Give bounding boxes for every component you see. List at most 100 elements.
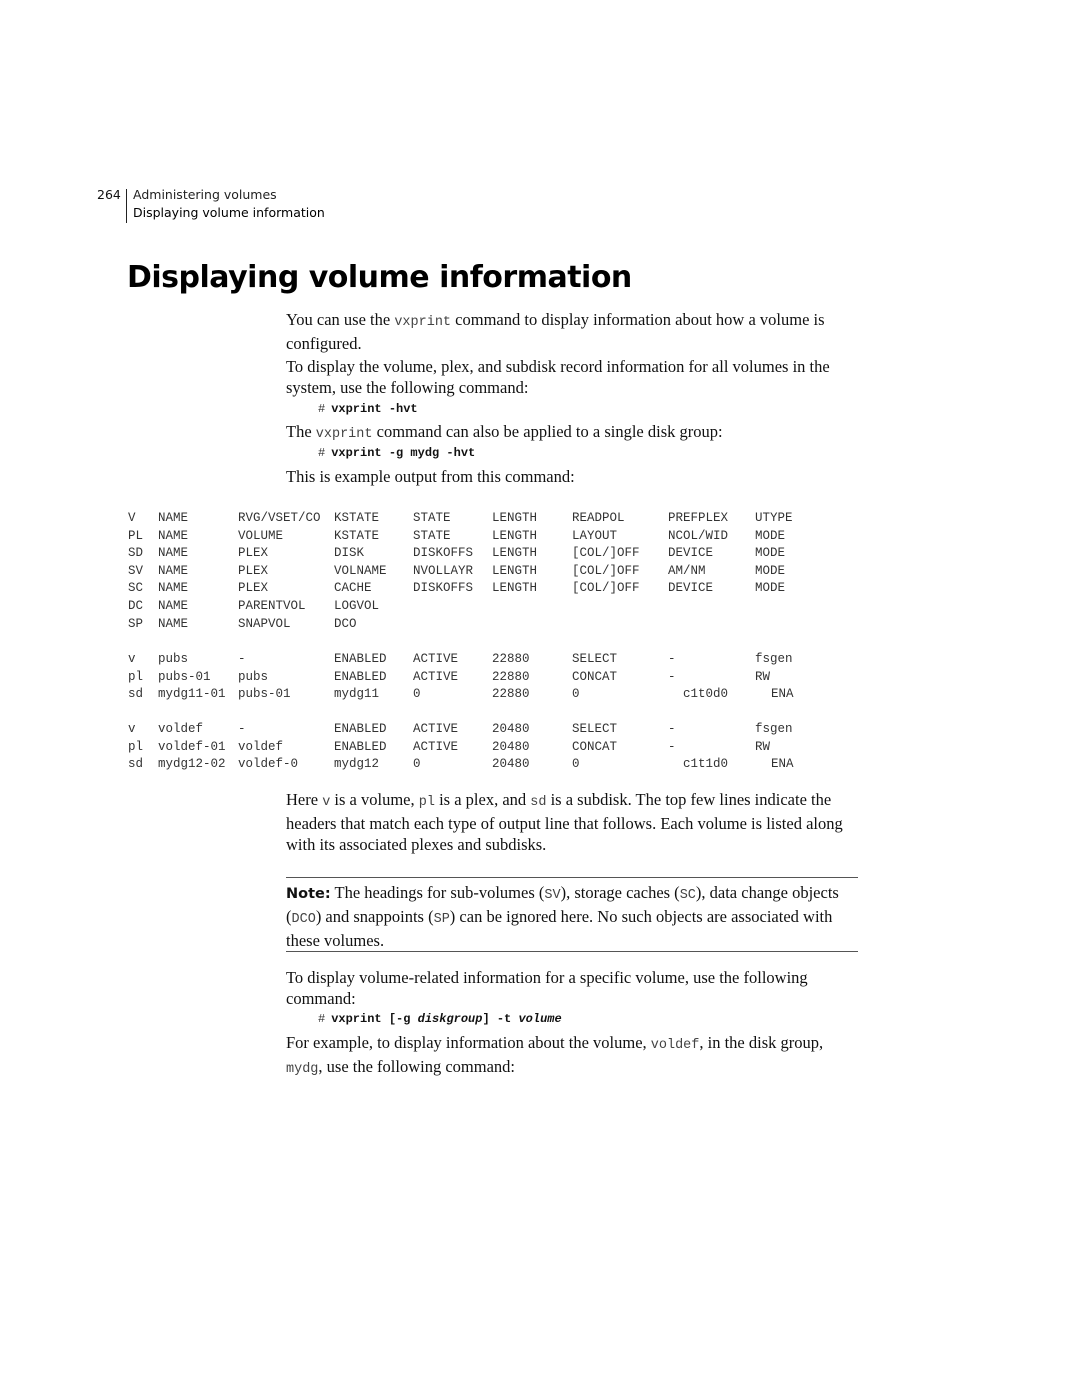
output-cell: CACHE bbox=[334, 581, 372, 596]
output-cell: - bbox=[668, 722, 676, 736]
output-cell: LENGTH bbox=[492, 528, 538, 543]
output-cell: DISKOFFS bbox=[413, 546, 474, 561]
output-cell: mydg11-01 bbox=[158, 687, 226, 702]
output-cell: LOGVOL bbox=[334, 598, 380, 613]
output-cell: MODE bbox=[755, 546, 786, 561]
output-cell: pl bbox=[128, 669, 144, 684]
output-cell: v bbox=[128, 722, 136, 736]
paragraph-example-voldef: For example, to display information abou… bbox=[286, 1033, 824, 1077]
output-cell: ENABLED bbox=[334, 722, 387, 736]
output-cell: STATE bbox=[413, 528, 451, 543]
output-cell: MODE bbox=[755, 528, 786, 543]
output-cell: UTYPE bbox=[755, 511, 793, 525]
output-cell: STATE bbox=[413, 511, 451, 525]
output-cell: 0 bbox=[572, 687, 580, 702]
header-divider bbox=[126, 189, 127, 223]
output-cell: 0 bbox=[413, 757, 421, 772]
output-cell: pubs-01 bbox=[238, 687, 291, 702]
output-cell: PLEX bbox=[238, 563, 269, 578]
header-chapter: Administering volumes bbox=[133, 187, 277, 202]
output-cell: - bbox=[668, 652, 676, 666]
output-cell: VOLUME bbox=[238, 528, 284, 543]
output-cell: NAME bbox=[158, 598, 189, 613]
output-cell: KSTATE bbox=[334, 528, 380, 543]
output-cell: MODE bbox=[755, 581, 786, 596]
output-cell: pubs-01 bbox=[158, 669, 211, 684]
output-cell: RW bbox=[755, 739, 771, 754]
output-cell: - bbox=[668, 739, 676, 754]
output-cell: PL bbox=[128, 528, 144, 543]
output-cell: SC bbox=[128, 581, 144, 596]
output-cell: sd bbox=[128, 757, 144, 772]
output-cell: 22880 bbox=[492, 652, 530, 666]
output-cell: MODE bbox=[755, 563, 786, 578]
command-vxprint-hvt: # vxprint -hvt bbox=[318, 402, 418, 416]
output-cell: [COL/]OFF bbox=[572, 563, 640, 578]
output-cell: ACTIVE bbox=[413, 652, 459, 666]
output-cell: DCO bbox=[334, 616, 357, 631]
output-cell: V bbox=[128, 511, 136, 525]
output-cell: NVOLLAYR bbox=[413, 563, 474, 578]
output-cell: AM/NM bbox=[668, 563, 706, 578]
note-bottom-rule bbox=[286, 951, 858, 952]
output-cell: - bbox=[238, 722, 246, 736]
paragraph-single-disk-group: The vxprint command can also be applied … bbox=[286, 422, 723, 442]
output-cell: ENA bbox=[771, 757, 794, 772]
output-cell: ENA bbox=[771, 687, 794, 702]
output-cell: ACTIVE bbox=[413, 669, 459, 684]
output-cell: NAME bbox=[158, 546, 189, 561]
output-cell: PLEX bbox=[238, 546, 269, 561]
output-cell: 20480 bbox=[492, 739, 530, 754]
output-cell: sd bbox=[128, 687, 144, 702]
output-cell: mydg12-02 bbox=[158, 757, 226, 772]
output-cell: fsgen bbox=[755, 722, 793, 736]
output-cell: 0 bbox=[572, 757, 580, 772]
output-cell: pubs bbox=[158, 652, 189, 666]
output-cell: ENABLED bbox=[334, 669, 387, 684]
output-cell: 0 bbox=[413, 687, 421, 702]
output-cell: DISK bbox=[334, 546, 365, 561]
output-cell: voldef bbox=[238, 739, 284, 754]
output-cell: RVG/VSET/CO bbox=[238, 511, 321, 525]
output-cell: mydg11 bbox=[334, 687, 380, 702]
output-cell: PLEX bbox=[238, 581, 269, 596]
command-vxprint-t-volume: # vxprint [-g diskgroup] -t volume bbox=[318, 1012, 562, 1026]
output-cell: PARENTVOL bbox=[238, 598, 306, 613]
output-cell: pl bbox=[128, 739, 144, 754]
output-cell: v bbox=[128, 652, 136, 666]
output-cell: NAME bbox=[158, 511, 189, 525]
output-cell: ACTIVE bbox=[413, 722, 459, 736]
output-cell: CONCAT bbox=[572, 739, 618, 754]
output-cell: 22880 bbox=[492, 669, 530, 684]
header-section: Displaying volume information bbox=[133, 205, 325, 220]
output-cell: SP bbox=[128, 616, 144, 631]
output-cell: RW bbox=[755, 669, 771, 684]
page-number: 264 bbox=[97, 187, 121, 202]
output-cell: [COL/]OFF bbox=[572, 546, 640, 561]
output-cell: - bbox=[238, 652, 246, 666]
output-cell: 20480 bbox=[492, 722, 530, 736]
output-cell: DEVICE bbox=[668, 581, 714, 596]
output-cell: voldef-0 bbox=[238, 757, 299, 772]
note-box: Note: The headings for sub-volumes (SV),… bbox=[286, 883, 839, 950]
output-cell: CONCAT bbox=[572, 669, 618, 684]
inline-code: vxprint bbox=[394, 315, 452, 330]
output-cell: DEVICE bbox=[668, 546, 714, 561]
output-cell: DISKOFFS bbox=[413, 581, 474, 596]
output-cell: LENGTH bbox=[492, 581, 538, 596]
output-cell: [COL/]OFF bbox=[572, 581, 640, 596]
inline-code: vxprint bbox=[315, 427, 373, 442]
output-cell: 22880 bbox=[492, 687, 530, 702]
output-cell: 20480 bbox=[492, 757, 530, 772]
output-cell: LENGTH bbox=[492, 511, 538, 525]
output-cell: NAME bbox=[158, 563, 189, 578]
output-cell: pubs bbox=[238, 669, 269, 684]
output-cell: - bbox=[668, 669, 676, 684]
note-top-rule bbox=[286, 877, 858, 878]
output-cell: ENABLED bbox=[334, 652, 387, 666]
output-cell: DC bbox=[128, 598, 144, 613]
output-cell: SELECT bbox=[572, 722, 618, 736]
output-cell: KSTATE bbox=[334, 511, 380, 525]
paragraph-explanation: Here v is a volume, pl is a plex, and sd… bbox=[286, 790, 843, 854]
output-cell: NAME bbox=[158, 581, 189, 596]
